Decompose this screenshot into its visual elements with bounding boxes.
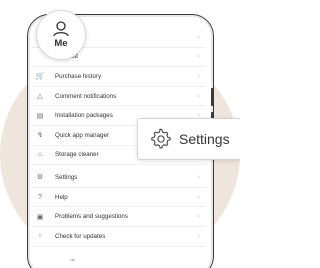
storage-cleaner-icon: ⌂: [37, 151, 43, 159]
menu-item-label: Comment notifications: [55, 92, 117, 100]
feedback-icon: ▣: [36, 213, 44, 221]
menu-item-label: Purchase history: [55, 72, 102, 80]
bell-icon: △: [37, 93, 43, 101]
cart-icon: 🛒: [35, 73, 45, 81]
chevron-right-icon: ›: [197, 173, 200, 181]
menu-item-comment-notifications[interactable]: △ Comment notifications ›: [32, 87, 206, 107]
chevron-right-icon: ›: [197, 213, 200, 221]
gear-icon: [151, 128, 171, 149]
menu-item-help[interactable]: ? Help ›: [32, 188, 206, 208]
chevron-right-icon: ›: [197, 33, 200, 41]
update-icon: ↑: [38, 232, 42, 240]
settings-callout[interactable]: Settings: [137, 118, 240, 160]
me-profile-badge[interactable]: Me: [36, 10, 86, 60]
menu-item-settings[interactable]: ⚙ Settings ›: [32, 168, 206, 188]
help-icon: ?: [38, 193, 42, 201]
chevron-right-icon: ›: [197, 92, 200, 100]
me-label: Me: [54, 38, 68, 49]
package-icon: ▤: [36, 112, 44, 120]
chevron-right-icon: ›: [197, 53, 200, 61]
settings-icon: ⚙: [36, 174, 44, 182]
cut-off-text: ⁿᵉʳ: [70, 258, 75, 264]
user-icon: [53, 21, 69, 37]
menu-item-label: Help: [55, 193, 68, 201]
chevron-right-icon: ›: [197, 72, 200, 80]
screen: orders › Wish list › 🛒 Purchase history …: [0, 0, 240, 268]
settings-callout-label: Settings: [179, 131, 230, 147]
quick-app-icon: ↯: [37, 132, 43, 140]
chevron-right-icon: ›: [197, 232, 200, 240]
menu-item-label: Problems and suggestions: [55, 213, 128, 221]
chevron-right-icon: ›: [197, 193, 200, 201]
menu-item-label: Settings: [55, 173, 78, 181]
menu-item-label: Check for updates: [55, 232, 106, 240]
menu-item-purchase-history[interactable]: 🛒 Purchase history ›: [32, 67, 206, 87]
phone-side-button: [211, 88, 214, 106]
menu-item-check-updates[interactable]: ↑ Check for updates ›: [32, 227, 206, 247]
menu-item-problems-suggestions[interactable]: ▣ Problems and suggestions ›: [32, 207, 206, 227]
